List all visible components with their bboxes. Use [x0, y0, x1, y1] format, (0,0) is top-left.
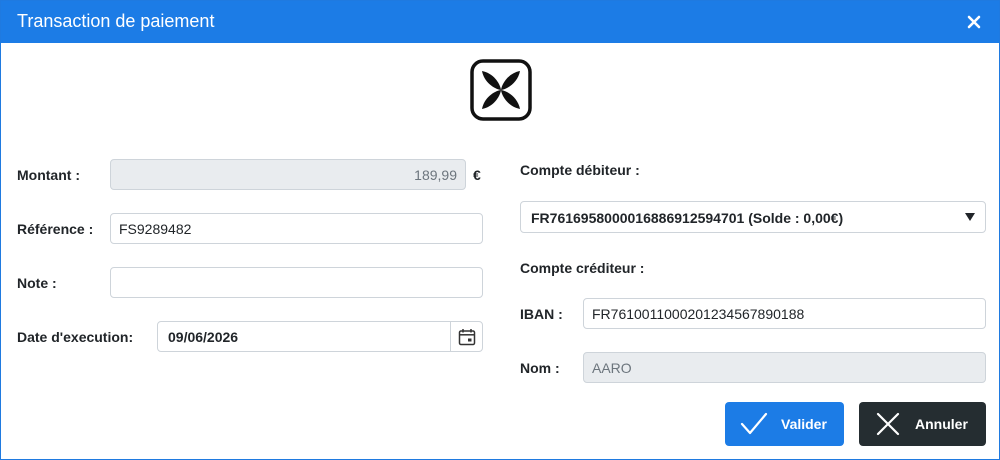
nom-label: Nom : [520, 360, 560, 376]
valider-label: Valider [781, 416, 827, 432]
annuler-label: Annuler [915, 416, 968, 432]
calendar-icon[interactable] [458, 328, 476, 346]
note-field[interactable] [110, 267, 483, 298]
app-logo-icon [470, 59, 532, 121]
iban-label: IBAN : [520, 306, 563, 322]
note-label: Note : [17, 275, 57, 291]
nom-field[interactable] [583, 352, 986, 383]
date-label: Date d'execution: [17, 329, 134, 345]
montant-field[interactable] [110, 159, 466, 190]
payment-dialog: Transaction de paiement Montant : € Réfé… [0, 0, 1000, 460]
reference-label: Référence : [17, 221, 94, 237]
compte-debiteur-select[interactable]: FR7616958000016886912594701 (Solde : 0,0… [520, 201, 986, 233]
close-icon [876, 412, 900, 436]
currency-symbol: € [473, 167, 481, 183]
montant-label: Montant : [17, 167, 80, 183]
compte-debiteur-value[interactable]: FR7616958000016886912594701 (Solde : 0,0… [531, 210, 843, 226]
checkmark-icon [740, 412, 768, 435]
iban-field[interactable] [583, 298, 986, 329]
dialog-title: Transaction de paiement [17, 11, 215, 31]
compte-debiteur-label: Compte débiteur : [520, 162, 640, 178]
date-value[interactable]: 09/06/2026 [168, 329, 238, 345]
calendar-button[interactable] [450, 322, 482, 351]
compte-crediteur-label: Compte créditeur : [520, 260, 645, 276]
reference-field[interactable] [110, 213, 483, 244]
close-icon[interactable] [963, 11, 985, 33]
date-picker[interactable]: 09/06/2026 [157, 321, 483, 352]
annuler-button[interactable]: Annuler [859, 402, 986, 446]
valider-button[interactable]: Valider [725, 402, 844, 446]
dialog-titlebar: Transaction de paiement [1, 1, 999, 43]
caret-down-icon[interactable] [965, 213, 975, 221]
